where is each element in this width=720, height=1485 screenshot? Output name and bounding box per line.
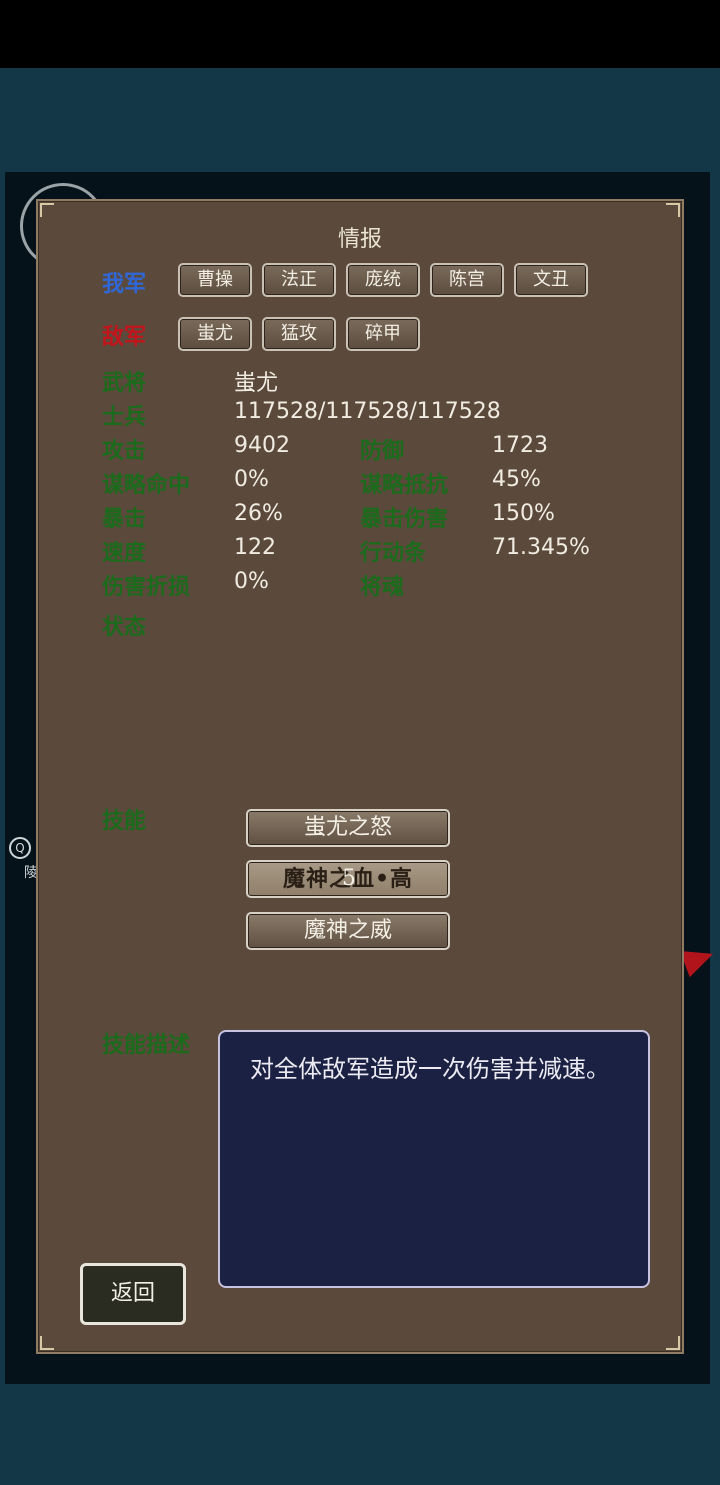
ally-general-button[interactable]: 曹操 bbox=[178, 263, 252, 297]
ally-general-list: 曹操 法正 庞统 陈宫 文丑 bbox=[178, 263, 588, 297]
ally-general-button[interactable]: 文丑 bbox=[514, 263, 588, 297]
crit-damage-label: 暴击伤害 bbox=[360, 506, 449, 532]
skill-desc-label: 技能描述 bbox=[102, 1032, 191, 1058]
corner-ornament bbox=[40, 203, 54, 217]
ally-general-button[interactable]: 法正 bbox=[262, 263, 336, 297]
status-bar bbox=[0, 0, 720, 68]
skills-label: 技能 bbox=[102, 808, 147, 834]
corner-ornament bbox=[40, 1336, 54, 1350]
crit-damage-value: 150% bbox=[492, 501, 555, 526]
strategy-resist-value: 45% bbox=[492, 467, 541, 492]
corner-ornament bbox=[666, 1336, 680, 1350]
speed-label: 速度 bbox=[102, 540, 147, 566]
enemy-general-button[interactable]: 蚩尤 bbox=[178, 317, 252, 351]
general-value: 蚩尤 bbox=[234, 371, 279, 396]
defense-value: 1723 bbox=[492, 433, 548, 458]
enemy-general-button[interactable]: 碎甲 bbox=[346, 317, 420, 351]
intel-panel: 情报 我军 曹操 法正 庞统 陈宫 文丑 敌军 蚩尤 猛攻 碎甲 武将 蚩尤 士… bbox=[36, 199, 684, 1354]
defense-label: 防御 bbox=[360, 438, 405, 464]
attack-label: 攻击 bbox=[102, 438, 147, 464]
enemy-general-list: 蚩尤 猛攻 碎甲 bbox=[178, 317, 420, 351]
strategy-hit-label: 谋略命中 bbox=[102, 472, 191, 498]
enemy-label: 敌军 bbox=[102, 324, 147, 350]
ally-label: 我军 bbox=[102, 271, 147, 297]
corner-ornament bbox=[666, 203, 680, 217]
ally-general-button[interactable]: 陈宫 bbox=[430, 263, 504, 297]
strategy-hit-value: 0% bbox=[234, 467, 269, 492]
soul-label: 将魂 bbox=[360, 574, 405, 600]
skill-button[interactable]: 魔神之威 bbox=[246, 912, 450, 950]
skill-button[interactable]: 蚩尤之怒 bbox=[246, 809, 450, 847]
enemy-general-button[interactable]: 猛攻 bbox=[262, 317, 336, 351]
skill-button[interactable]: 魔神之血•高 5 bbox=[246, 860, 450, 898]
crit-label: 暴击 bbox=[102, 506, 147, 532]
speed-value: 122 bbox=[234, 535, 276, 560]
soldiers-label: 士兵 bbox=[102, 404, 147, 430]
skill-level-badge: 5 bbox=[342, 866, 357, 891]
attack-value: 9402 bbox=[234, 433, 290, 458]
search-icon: Q bbox=[9, 837, 31, 859]
damage-reduction-value: 0% bbox=[234, 569, 269, 594]
crit-value: 26% bbox=[234, 501, 283, 526]
damage-reduction-label: 伤害折损 bbox=[102, 574, 191, 600]
action-bar-value: 71.345% bbox=[492, 535, 590, 560]
strategy-resist-label: 谋略抵抗 bbox=[360, 472, 449, 498]
status-label: 状态 bbox=[102, 614, 147, 640]
action-bar-label: 行动条 bbox=[360, 540, 427, 566]
back-button[interactable]: 返回 bbox=[80, 1263, 186, 1325]
ally-general-button[interactable]: 庞统 bbox=[346, 263, 420, 297]
soldiers-value: 117528/117528/117528 bbox=[234, 399, 501, 424]
skill-description-box: 对全体敌军造成一次伤害并减速。 bbox=[218, 1030, 650, 1288]
panel-title: 情报 bbox=[337, 227, 382, 252]
general-label: 武将 bbox=[102, 370, 147, 396]
